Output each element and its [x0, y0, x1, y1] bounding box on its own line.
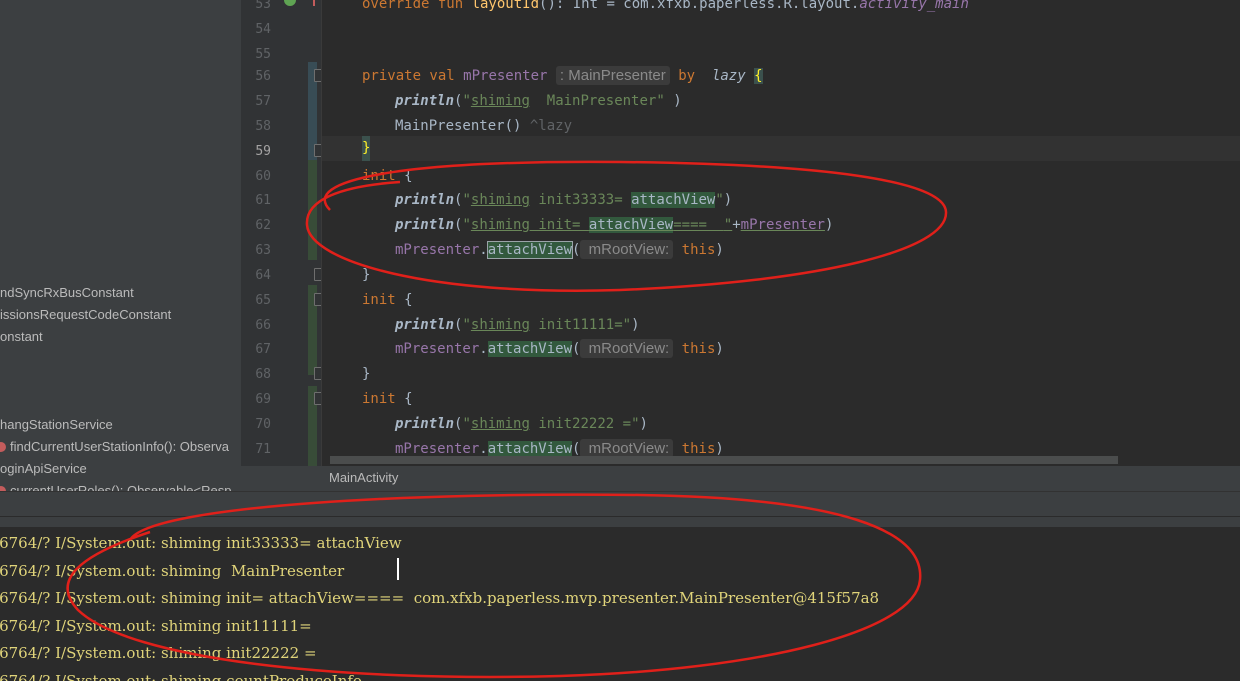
search-highlight: attachView — [487, 341, 573, 357]
editor-gutter: 53 54 55 56 57 58 59 60 61 62 63 64 65 6… — [241, 0, 325, 466]
line-number-current: 59 — [255, 144, 271, 159]
code-line: init { — [362, 391, 413, 407]
override-marker-icon — [313, 0, 315, 6]
code-line: } — [362, 366, 371, 382]
line-number: 62 — [255, 218, 271, 233]
line-number: 60 — [255, 169, 271, 184]
code-editor[interactable]: override fun layoutId(): Int = com.xfxb.… — [321, 0, 1240, 466]
param-hint: mRootView: — [580, 339, 674, 358]
log-line: -6764/? I/System.out: shiming MainPresen… — [0, 562, 345, 580]
line-number: 61 — [255, 193, 271, 208]
tree-item-label: currentUserRoles(): Observable<Resp — [10, 483, 232, 491]
tree-item[interactable]: currentUserRoles(): Observable<Resp — [0, 480, 231, 491]
lambda-return-hint: ^lazy — [521, 118, 573, 134]
log-line: -6764/? I/System.out: shiming init11111= — [0, 617, 312, 635]
line-number: 54 — [255, 22, 271, 37]
code-line: println("shiming MainPresenter" ) — [395, 93, 682, 109]
line-number: 71 — [255, 442, 271, 457]
tree-item-label: hangStationService — [0, 417, 113, 432]
tree-item[interactable]: findCurrentUserStationInfo(): Observa — [0, 436, 229, 458]
line-number: 69 — [255, 392, 271, 407]
code-line: println("shiming init= attachView==== "+… — [395, 217, 834, 233]
run-gutter-icon[interactable] — [284, 0, 296, 6]
search-highlight: attachView — [631, 192, 716, 208]
line-number: 67 — [255, 342, 271, 357]
code-line: init { — [362, 168, 413, 184]
code-line: mPresenter.attachView( mRootView: this) — [395, 339, 724, 358]
type-hint: : MainPresenter — [555, 66, 670, 85]
search-highlight: attachView — [487, 441, 573, 457]
line-number: 57 — [255, 94, 271, 109]
text-caret — [397, 558, 399, 580]
code-line: println("shiming init33333= attachView") — [395, 192, 733, 208]
tree-item[interactable]: oginApiService — [0, 458, 87, 480]
param-hint: mRootView: — [580, 240, 674, 259]
logcat-toolbar — [0, 491, 1240, 517]
gutter-divider — [321, 0, 322, 466]
tree-item[interactable]: ndSyncRxBusConstant — [0, 282, 134, 304]
search-highlight-selected: attachView — [486, 241, 574, 259]
code-line-current: } — [321, 136, 1240, 161]
method-icon — [0, 442, 6, 452]
line-number: 66 — [255, 318, 271, 333]
tree-item[interactable]: onstant — [0, 326, 43, 348]
code-line: println("shiming init22222 =") — [395, 416, 648, 432]
code-line: init { — [362, 292, 413, 308]
tree-item-label: findCurrentUserStationInfo(): Observa — [10, 439, 229, 454]
log-line: -6764/? I/System.out: shiming init22222 … — [0, 644, 317, 662]
tree-item-label: issionsRequestCodeConstant — [0, 307, 172, 322]
line-number: 64 — [255, 268, 271, 283]
log-line: -6764/? I/System.out: shiming countProdu… — [0, 672, 362, 681]
logcat-output[interactable]: -6764/? I/System.out: shiming init33333=… — [0, 527, 1240, 681]
code-line: private val mPresenter : MainPresenter b… — [362, 66, 763, 85]
line-number: 56 — [255, 69, 271, 84]
line-number: 65 — [255, 293, 271, 308]
vcs-change-marker[interactable] — [308, 160, 317, 260]
code-line: println("shiming init11111=") — [395, 317, 640, 333]
tree-item-label: oginApiService — [0, 461, 87, 476]
horizontal-scrollbar[interactable] — [330, 456, 1118, 464]
line-number: 68 — [255, 367, 271, 382]
line-number: 63 — [255, 243, 271, 258]
project-tree-panel: ndSyncRxBusConstant issionsRequestCodeCo… — [0, 0, 241, 491]
tree-item[interactable]: hangStationService — [0, 414, 113, 436]
tree-item[interactable]: issionsRequestCodeConstant — [0, 304, 171, 326]
line-number: 58 — [255, 119, 271, 134]
tree-item-label: onstant — [0, 329, 43, 344]
code-line: mPresenter.attachView( mRootView: this) — [395, 240, 724, 259]
line-number: 70 — [255, 417, 271, 432]
tree-item-label: ndSyncRxBusConstant — [0, 285, 134, 300]
log-line: -6764/? I/System.out: shiming init= atta… — [0, 589, 880, 607]
breadcrumb[interactable]: MainActivity — [241, 466, 1240, 491]
breadcrumb-item[interactable]: MainActivity — [329, 470, 398, 485]
log-line: -6764/? I/System.out: shiming init33333=… — [0, 534, 402, 552]
code-line: override fun layoutId(): Int = com.xfxb.… — [362, 0, 969, 12]
code-line: } — [362, 267, 371, 283]
line-number: 53 — [255, 0, 271, 12]
search-highlight: attachView — [588, 217, 674, 233]
